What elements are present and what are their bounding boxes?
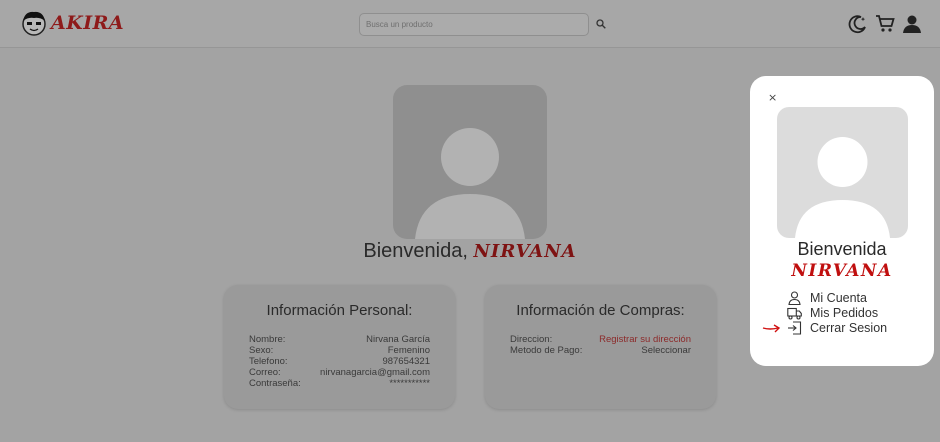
panel-avatar <box>777 107 908 238</box>
panel-welcome: Bienvenida <box>797 239 887 259</box>
info-row-address: Direccion: Registrar su dirección <box>510 334 691 345</box>
brand-logo[interactable]: AKIRA <box>20 9 124 37</box>
person-icon <box>788 291 801 305</box>
info-row-name: Nombre: Nirvana García <box>249 334 430 345</box>
user-name: NIRVANA <box>473 241 577 262</box>
info-row-sex: Sexo: Femenino <box>249 345 430 356</box>
logout-icon <box>788 321 802 335</box>
user-icon[interactable] <box>902 14 922 34</box>
search-icon[interactable] <box>596 19 606 29</box>
personal-info-rows: Nombre: Nirvana García Sexo: Femenino Tele… <box>249 334 430 389</box>
personal-info-card: Información Personal: Nombre: Nirvana Gar… <box>224 285 455 409</box>
profile-avatar <box>393 85 547 239</box>
menu-logout[interactable]: Cerrar Sesion <box>787 321 887 335</box>
top-navbar: AKIRA Busca un producto <box>0 0 940 48</box>
select-payment-link[interactable]: Seleccionar <box>641 345 691 356</box>
purchase-info-card: Información de Compras: Direccion: Regist… <box>485 285 716 409</box>
avatar-placeholder-icon <box>415 128 525 239</box>
welcome-text: Bienvenida, <box>363 240 468 262</box>
cart-icon[interactable] <box>875 14 895 34</box>
info-row-email: Correo: nirvanagarcia@gmail.com <box>249 367 430 378</box>
annotation-arrow-icon <box>762 324 781 333</box>
logo-face-icon <box>22 11 46 36</box>
moon-icon[interactable] <box>848 14 868 34</box>
close-icon[interactable]: × <box>768 91 777 104</box>
menu-my-orders[interactable]: Mis Pedidos <box>787 306 878 320</box>
personal-info-title: Información Personal: <box>266 302 413 319</box>
info-row-phone: Telefono: 987654321 <box>249 356 430 367</box>
purchase-info-rows: Direccion: Registrar su dirección Metodo … <box>510 334 691 356</box>
avatar-placeholder-icon <box>795 137 890 238</box>
panel-user-name: NIRVANA <box>791 261 893 281</box>
search-input[interactable]: Busca un producto <box>359 13 589 36</box>
purchase-info-title: Información de Compras: <box>516 302 685 319</box>
logo-text: AKIRA <box>51 12 125 34</box>
register-address-link[interactable]: Registrar su dirección <box>599 334 691 345</box>
menu-my-account[interactable]: Mi Cuenta <box>787 291 867 305</box>
info-row-password: Contraseña: *********** <box>249 378 430 389</box>
info-row-payment: Metodo de Pago: Seleccionar <box>510 345 691 356</box>
truck-icon <box>787 307 802 320</box>
